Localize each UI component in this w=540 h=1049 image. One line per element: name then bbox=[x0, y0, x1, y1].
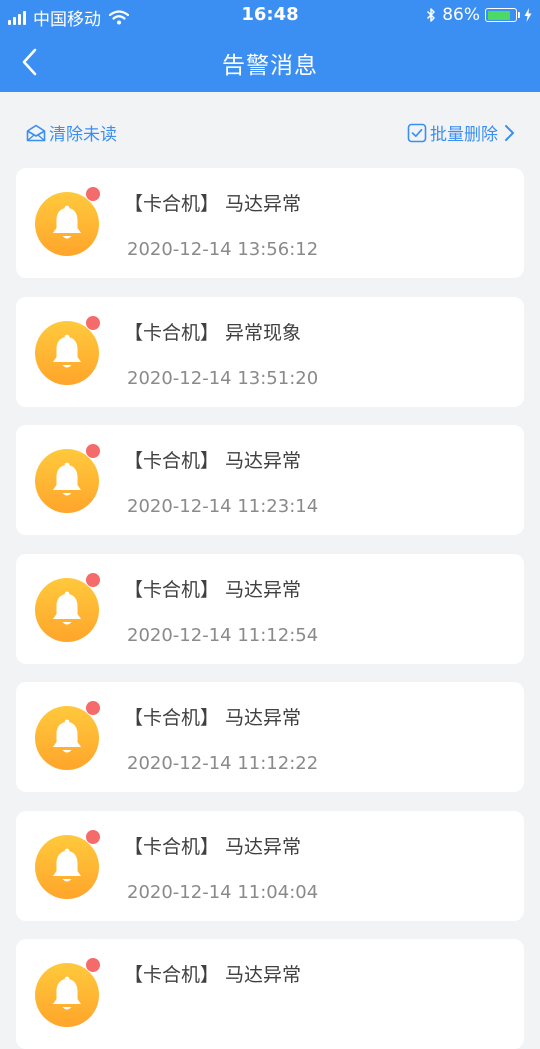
bell-glyph bbox=[53, 205, 81, 239]
bell-glyph bbox=[53, 848, 81, 882]
unread-dot bbox=[85, 186, 101, 202]
message-card[interactable]: 【卡合机】 马达异常 bbox=[16, 939, 524, 1049]
message-title: 【卡合机】 马达异常 bbox=[124, 836, 302, 858]
toolbar: 清除未读 批量删除 bbox=[0, 112, 540, 152]
bell-icon bbox=[35, 321, 99, 385]
bell-icon bbox=[35, 706, 99, 770]
message-card[interactable]: 【卡合机】 马达异常 2020-12-14 11:04:04 bbox=[16, 811, 524, 921]
bell-glyph bbox=[53, 334, 81, 368]
bell-glyph bbox=[53, 462, 81, 496]
envelope-open-icon bbox=[26, 124, 46, 141]
alert-avatar bbox=[35, 829, 101, 899]
bell-icon bbox=[35, 963, 99, 1027]
chevron-right-icon bbox=[505, 124, 514, 141]
message-title: 【卡合机】 马达异常 bbox=[124, 450, 302, 472]
message-card[interactable]: 【卡合机】 马达异常 2020-12-14 11:12:22 bbox=[16, 682, 524, 792]
clear-unread-label: 清除未读 bbox=[49, 125, 117, 145]
batch-delete-label: 批量删除 bbox=[430, 125, 498, 145]
alert-avatar bbox=[35, 572, 101, 642]
message-time: 2020-12-14 11:12:54 bbox=[127, 625, 319, 646]
bell-icon bbox=[35, 192, 99, 256]
charging-icon bbox=[524, 8, 532, 22]
header: 中国移动 16:48 86% 告警消息 bbox=[0, 0, 540, 92]
unread-dot bbox=[85, 829, 101, 845]
bell-glyph bbox=[53, 976, 81, 1010]
checkbox-icon bbox=[407, 123, 427, 142]
unread-dot bbox=[85, 957, 101, 973]
bell-icon bbox=[35, 835, 99, 899]
message-title: 【卡合机】 异常现象 bbox=[124, 322, 302, 344]
message-time: 2020-12-14 13:56:12 bbox=[127, 239, 319, 260]
unread-dot bbox=[85, 700, 101, 716]
battery-icon bbox=[485, 8, 517, 22]
alert-avatar bbox=[35, 315, 101, 385]
message-title: 【卡合机】 马达异常 bbox=[124, 964, 302, 986]
message-title: 【卡合机】 马达异常 bbox=[124, 707, 302, 729]
message-title: 【卡合机】 马达异常 bbox=[124, 579, 302, 601]
unread-dot bbox=[85, 443, 101, 459]
battery-percent: 86% bbox=[442, 5, 480, 25]
message-time: 2020-12-14 13:51:20 bbox=[127, 368, 319, 389]
message-time: 2020-12-14 11:12:22 bbox=[127, 753, 319, 774]
bluetooth-icon bbox=[427, 8, 435, 22]
alert-avatar bbox=[35, 957, 101, 1027]
nav-bar: 告警消息 bbox=[0, 30, 540, 92]
message-title: 【卡合机】 马达异常 bbox=[124, 193, 302, 215]
message-card[interactable]: 【卡合机】 马达异常 2020-12-14 11:12:54 bbox=[16, 554, 524, 664]
alert-avatar bbox=[35, 186, 101, 256]
unread-dot bbox=[85, 572, 101, 588]
alert-avatar bbox=[35, 443, 101, 513]
message-card[interactable]: 【卡合机】 马达异常 2020-12-14 11:23:14 bbox=[16, 425, 524, 535]
battery-fill bbox=[487, 10, 511, 20]
battery-tip bbox=[518, 12, 520, 18]
page-title: 告警消息 bbox=[222, 53, 318, 79]
batch-delete-button[interactable]: 批量删除 bbox=[407, 120, 516, 145]
bell-glyph bbox=[53, 719, 81, 753]
clear-unread-button[interactable]: 清除未读 bbox=[26, 120, 117, 145]
unread-dot bbox=[85, 315, 101, 331]
bell-icon bbox=[35, 578, 99, 642]
message-time: 2020-12-14 11:23:14 bbox=[127, 496, 319, 517]
alert-avatar bbox=[35, 700, 101, 770]
bell-icon bbox=[35, 449, 99, 513]
status-bar: 中国移动 16:48 86% bbox=[0, 0, 540, 30]
message-card[interactable]: 【卡合机】 马达异常 2020-12-14 13:56:12 bbox=[16, 168, 524, 278]
message-time: 2020-12-14 11:04:04 bbox=[127, 882, 319, 903]
bell-glyph bbox=[53, 591, 81, 625]
status-right: 86% bbox=[426, 5, 532, 25]
message-card[interactable]: 【卡合机】 异常现象 2020-12-14 13:51:20 bbox=[16, 297, 524, 407]
